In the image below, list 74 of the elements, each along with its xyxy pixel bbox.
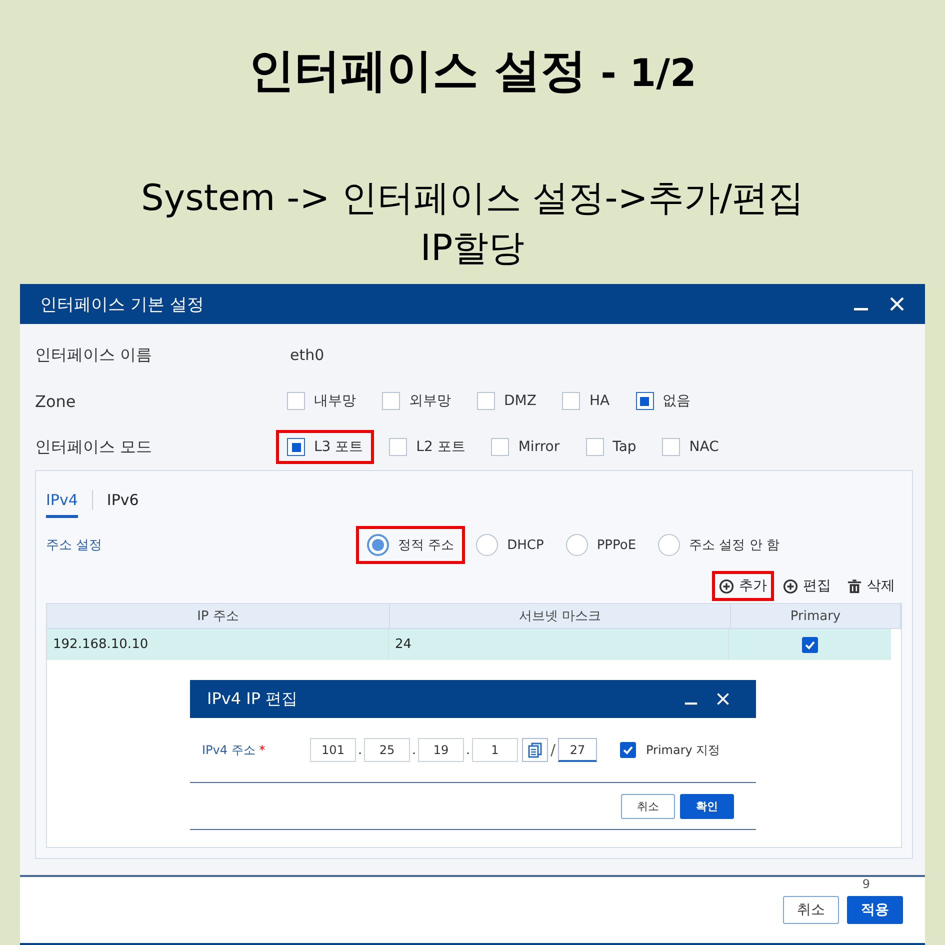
- check-icon: [804, 638, 816, 650]
- radio-option[interactable]: 주소 설정 안 함: [647, 526, 790, 564]
- checkbox-option[interactable]: Mirror: [480, 430, 571, 464]
- checkbox-option[interactable]: NAC: [651, 430, 730, 464]
- checkbox[interactable]: [287, 438, 305, 456]
- prefix-field[interactable]: 27: [558, 738, 597, 762]
- field-label: Zone: [35, 392, 77, 410]
- field-label: 인터페이스 이름: [35, 344, 154, 366]
- checkbox[interactable]: [491, 438, 510, 456]
- tab[interactable]: IPv6: [106, 482, 139, 518]
- field-label: IPv4 주소 *: [202, 742, 266, 758]
- separator-dot: .: [357, 743, 363, 757]
- checkbox-option[interactable]: 없음: [624, 384, 702, 418]
- separator-slash: /: [549, 741, 557, 759]
- radio-option[interactable]: 정적 주소: [356, 526, 466, 564]
- radio-button[interactable]: [658, 534, 680, 556]
- radio-button[interactable]: [476, 534, 498, 556]
- trash-icon: [847, 578, 862, 594]
- plus-circle-icon: [719, 578, 734, 594]
- checkbox-option[interactable]: Tap: [574, 430, 648, 464]
- field-value: eth0: [290, 346, 324, 364]
- toolbar-button[interactable]: 편집: [776, 571, 838, 601]
- checkbox-option[interactable]: HA: [551, 384, 621, 418]
- toolbar-button[interactable]: 삭제: [840, 571, 902, 601]
- radio-button[interactable]: [367, 534, 389, 556]
- dialog-button[interactable]: 취소: [783, 896, 839, 924]
- table-cell: 24: [389, 629, 729, 660]
- checkbox[interactable]: [586, 438, 604, 456]
- checkbox-option[interactable]: 내부망: [276, 384, 367, 418]
- checkbox-option[interactable]: 외부망: [371, 384, 462, 418]
- dialog-button[interactable]: 확인: [680, 794, 734, 818]
- check-icon: [622, 744, 634, 756]
- checkbox[interactable]: [562, 392, 580, 410]
- dialog-title: 인터페이스 기본 설정: [40, 294, 205, 316]
- checkbox-option[interactable]: L2 포트: [378, 430, 476, 464]
- table-row[interactable]: 192.168.10.10 24: [47, 629, 891, 660]
- close-icon[interactable]: [889, 296, 905, 312]
- table-cell: 192.168.10.10: [47, 629, 389, 660]
- checkbox-option[interactable]: Primary 지정: [620, 742, 720, 758]
- slide-title-suffix: - 1/2: [600, 51, 696, 95]
- toolbar-button[interactable]: 추가: [712, 571, 774, 601]
- page-number: 9: [862, 877, 870, 891]
- octet-field[interactable]: 25: [364, 738, 410, 762]
- dialog-button[interactable]: 적용: [847, 896, 903, 924]
- checkbox[interactable]: [620, 742, 636, 758]
- slide-title: 인터페이스 설정: [248, 42, 587, 99]
- radio-option[interactable]: DHCP: [465, 526, 555, 564]
- plus-circle-icon: [783, 578, 798, 594]
- checkbox[interactable]: [287, 392, 305, 410]
- checkbox[interactable]: [382, 392, 400, 410]
- dialog-title: IPv4 IP 편집: [207, 688, 299, 710]
- separator-dot: .: [465, 743, 471, 757]
- octet-field[interactable]: 1: [472, 738, 518, 762]
- slide-subtitle: System -> 인터페이스 설정->추가/편집: [140, 177, 804, 221]
- copy-icon: [527, 742, 543, 758]
- checkbox-option[interactable]: DMZ: [466, 384, 548, 418]
- checkbox[interactable]: [662, 438, 680, 456]
- octet-field[interactable]: 101: [310, 738, 356, 762]
- checkbox[interactable]: [477, 392, 495, 410]
- copy-button[interactable]: [522, 738, 548, 762]
- dialog-button[interactable]: 취소: [621, 794, 675, 818]
- radio-button[interactable]: [566, 534, 588, 556]
- slide-subtitle: IP할당: [420, 227, 525, 271]
- tab[interactable]: IPv4: [46, 482, 78, 518]
- checkbox[interactable]: [636, 392, 654, 410]
- close-icon[interactable]: [716, 692, 730, 706]
- checkbox-option[interactable]: L3 포트: [276, 430, 374, 464]
- separator-dot: .: [411, 743, 417, 757]
- checkbox[interactable]: [389, 438, 408, 456]
- checkbox[interactable]: [802, 636, 818, 652]
- field-label: 인터페이스 모드: [35, 436, 154, 458]
- field-label: 주소 설정: [46, 537, 104, 554]
- radio-option[interactable]: PPPoE: [554, 526, 648, 564]
- octet-field[interactable]: 19: [418, 738, 464, 762]
